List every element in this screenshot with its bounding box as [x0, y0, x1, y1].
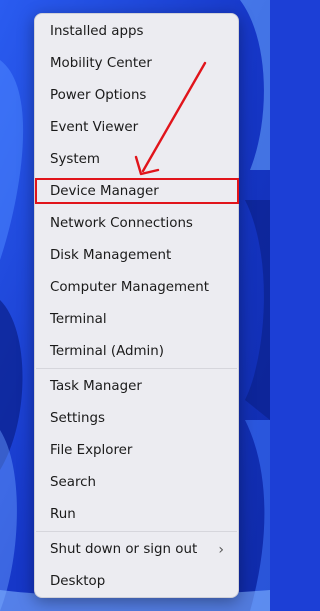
menu-item-computer-management[interactable]: Computer Management [35, 273, 238, 303]
menu-item-label: Run [50, 507, 76, 522]
menu-item-label: Computer Management [50, 280, 210, 295]
menu-item-label: Terminal (Admin) [50, 344, 164, 359]
menu-separator [36, 368, 237, 369]
menu-item-label: Shut down or sign out [50, 542, 198, 557]
menu-item-label: Desktop [50, 574, 106, 589]
menu-item-label: Power Options [50, 88, 147, 103]
menu-item-mobility-center[interactable]: Mobility Center [35, 49, 238, 79]
menu-item-label: Network Connections [50, 216, 193, 231]
chevron-right-icon: › [218, 542, 224, 558]
menu-separator [36, 531, 237, 532]
menu-item-terminal[interactable]: Terminal [35, 305, 238, 335]
menu-item-installed-apps[interactable]: Installed apps [35, 17, 238, 47]
menu-item-label: Terminal [50, 312, 107, 327]
menu-item-disk-management[interactable]: Disk Management [35, 241, 238, 271]
menu-item-terminal-admin[interactable]: Terminal (Admin) [35, 337, 238, 367]
menu-item-device-manager[interactable]: Device Manager [35, 177, 238, 207]
menu-item-search[interactable]: Search [35, 468, 238, 498]
menu-item-label: File Explorer [50, 443, 133, 458]
menu-item-system[interactable]: System [35, 145, 238, 175]
menu-item-settings[interactable]: Settings [35, 404, 238, 434]
menu-item-task-manager[interactable]: Task Manager [35, 372, 238, 402]
menu-item-run[interactable]: Run [35, 500, 238, 530]
menu-item-event-viewer[interactable]: Event Viewer [35, 113, 238, 143]
menu-item-desktop[interactable]: Desktop [35, 567, 238, 597]
menu-item-label: Disk Management [50, 248, 172, 263]
menu-item-label: Installed apps [50, 24, 144, 39]
menu-item-network-connections[interactable]: Network Connections [35, 209, 238, 239]
menu-item-label: Task Manager [50, 379, 142, 394]
menu-item-shut-down-or-sign-out[interactable]: Shut down or sign out › [35, 535, 238, 565]
menu-item-label: Event Viewer [50, 120, 139, 135]
quick-link-menu: Installed apps Mobility Center Power Optio… [34, 13, 239, 598]
menu-item-file-explorer[interactable]: File Explorer [35, 436, 238, 466]
menu-item-label: Search [50, 475, 97, 490]
menu-item-label: System [50, 152, 100, 167]
menu-item-power-options[interactable]: Power Options [35, 81, 238, 111]
menu-item-label: Settings [50, 411, 105, 426]
menu-item-label: Mobility Center [50, 56, 152, 71]
menu-item-label: Device Manager [50, 184, 159, 199]
